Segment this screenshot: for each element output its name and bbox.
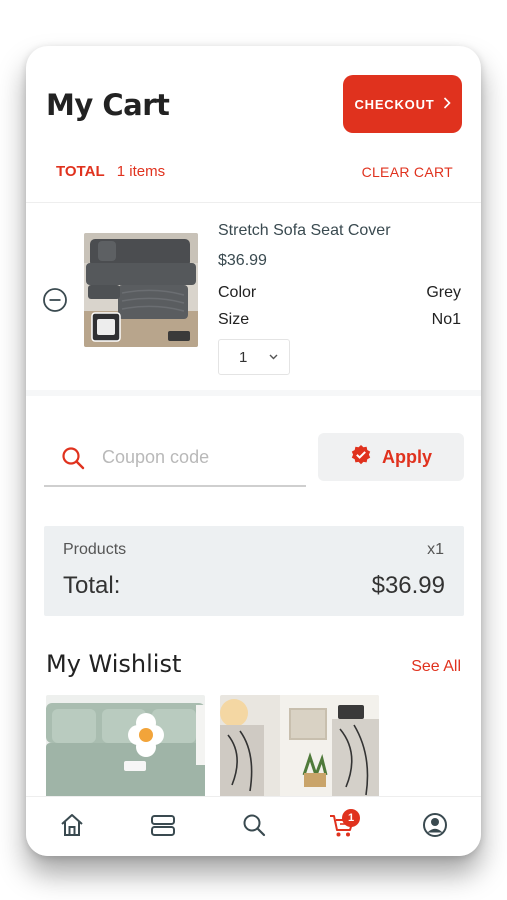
home-icon[interactable]: [58, 811, 86, 839]
sofa-image: [84, 233, 198, 347]
profile-icon[interactable]: [421, 811, 449, 839]
items-count: 1 items: [116, 163, 166, 180]
attr-color-label: Color: [218, 284, 257, 301]
app-screen: My Cart CHECKOUT TOTAL 1 items CLEAR CAR…: [26, 46, 481, 856]
total-label: TOTAL: [56, 163, 105, 180]
order-total-label: Total:: [63, 572, 121, 599]
categories-icon[interactable]: [149, 811, 177, 839]
order-total-value: $36.99: [371, 572, 445, 599]
search-icon: [60, 445, 86, 471]
products-count: x1: [427, 541, 444, 558]
verified-badge-icon: [350, 444, 372, 471]
cart-count-badge: 1: [342, 809, 360, 827]
remove-item-icon[interactable]: [42, 287, 68, 313]
coupon-input[interactable]: [102, 443, 292, 471]
section-divider: [26, 390, 481, 396]
apply-coupon-button[interactable]: Apply: [318, 433, 464, 481]
wishlist-item-image[interactable]: [220, 695, 379, 805]
attr-color-value: Grey: [426, 284, 461, 301]
clear-cart-button[interactable]: CLEAR CART: [362, 164, 453, 180]
order-summary: Products x1 Total: $36.99: [44, 526, 464, 616]
checkout-button[interactable]: CHECKOUT: [343, 75, 462, 133]
see-all-link[interactable]: See All: [411, 658, 461, 676]
attr-size-label: Size: [218, 311, 250, 328]
checkout-label: CHECKOUT: [354, 96, 435, 112]
coupon-field[interactable]: [44, 431, 306, 487]
search-icon[interactable]: [240, 811, 268, 839]
wishlist-title: My Wishlist: [46, 650, 182, 678]
products-label: Products: [63, 541, 127, 558]
product-name[interactable]: Stretch Sofa Seat Cover: [218, 222, 391, 240]
wishlist-item-image[interactable]: [46, 695, 205, 805]
divider: [26, 202, 481, 203]
attr-size-value: No1: [431, 311, 461, 328]
bottom-nav: 1: [26, 796, 481, 856]
chevron-right-icon: [443, 96, 451, 112]
product-price: $36.99: [218, 252, 267, 269]
product-image[interactable]: [84, 233, 198, 347]
chevron-down-icon: [269, 352, 278, 363]
apply-label: Apply: [381, 446, 432, 467]
page-title: My Cart: [46, 88, 170, 122]
quantity-select[interactable]: 1: [218, 339, 290, 375]
cart-total-summary: TOTAL 1 items: [56, 163, 165, 180]
quantity-value: 1: [239, 348, 248, 366]
